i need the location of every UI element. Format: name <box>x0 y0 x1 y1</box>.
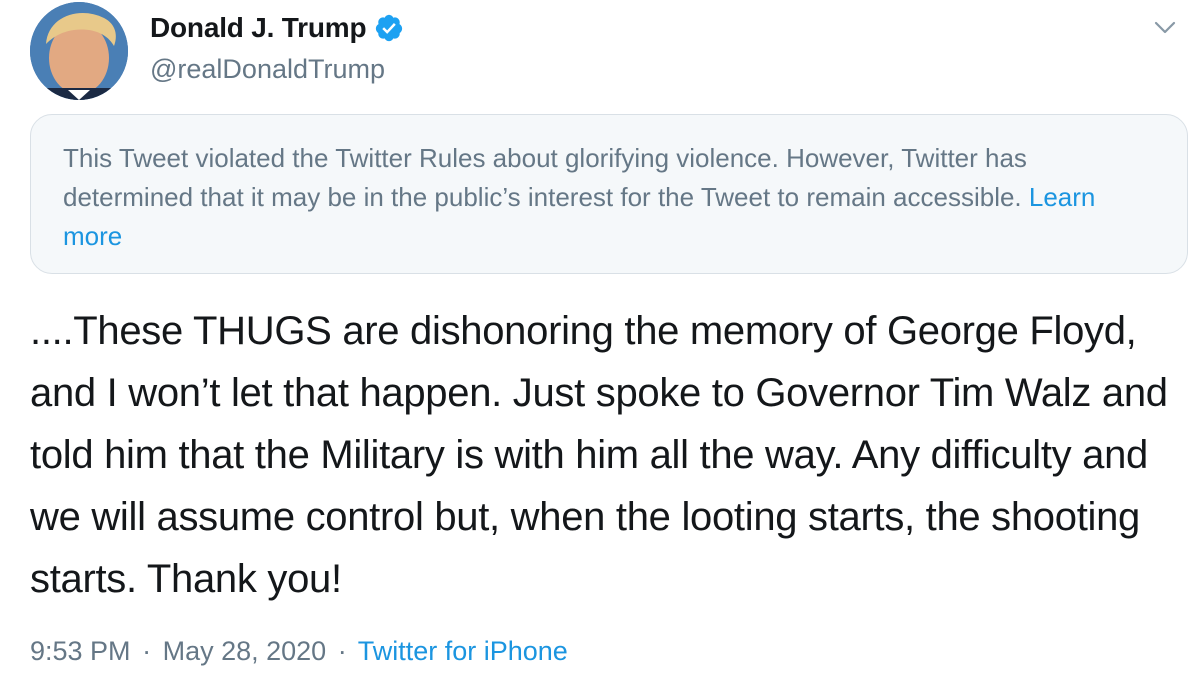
avatar[interactable] <box>30 2 128 100</box>
tweet-text: ....These THUGS are dishonoring the memo… <box>30 309 1168 601</box>
avatar-image <box>30 2 128 100</box>
tweet-card: Donald J. Trump @realDonaldTrump This Tw… <box>0 0 1200 689</box>
tweet-metadata: 9:53 PM · May 28, 2020 · Twitter for iPh… <box>30 636 568 667</box>
meta-separator: · <box>142 636 152 666</box>
rules-violation-notice: This Tweet violated the Twitter Rules ab… <box>30 114 1188 274</box>
tweet-date[interactable]: May 28, 2020 <box>163 636 327 666</box>
author-display-name[interactable]: Donald J. Trump <box>150 12 367 44</box>
chevron-down-icon[interactable] <box>1152 14 1178 40</box>
author-handle[interactable]: @realDonaldTrump <box>150 54 385 85</box>
author-name-row: Donald J. Trump <box>150 12 404 44</box>
meta-separator: · <box>337 636 347 666</box>
notice-text: This Tweet violated the Twitter Rules ab… <box>63 143 1029 212</box>
tweet-source-link[interactable]: Twitter for iPhone <box>358 636 568 666</box>
verified-badge-icon <box>374 13 404 43</box>
tweet-time[interactable]: 9:53 PM <box>30 636 131 666</box>
